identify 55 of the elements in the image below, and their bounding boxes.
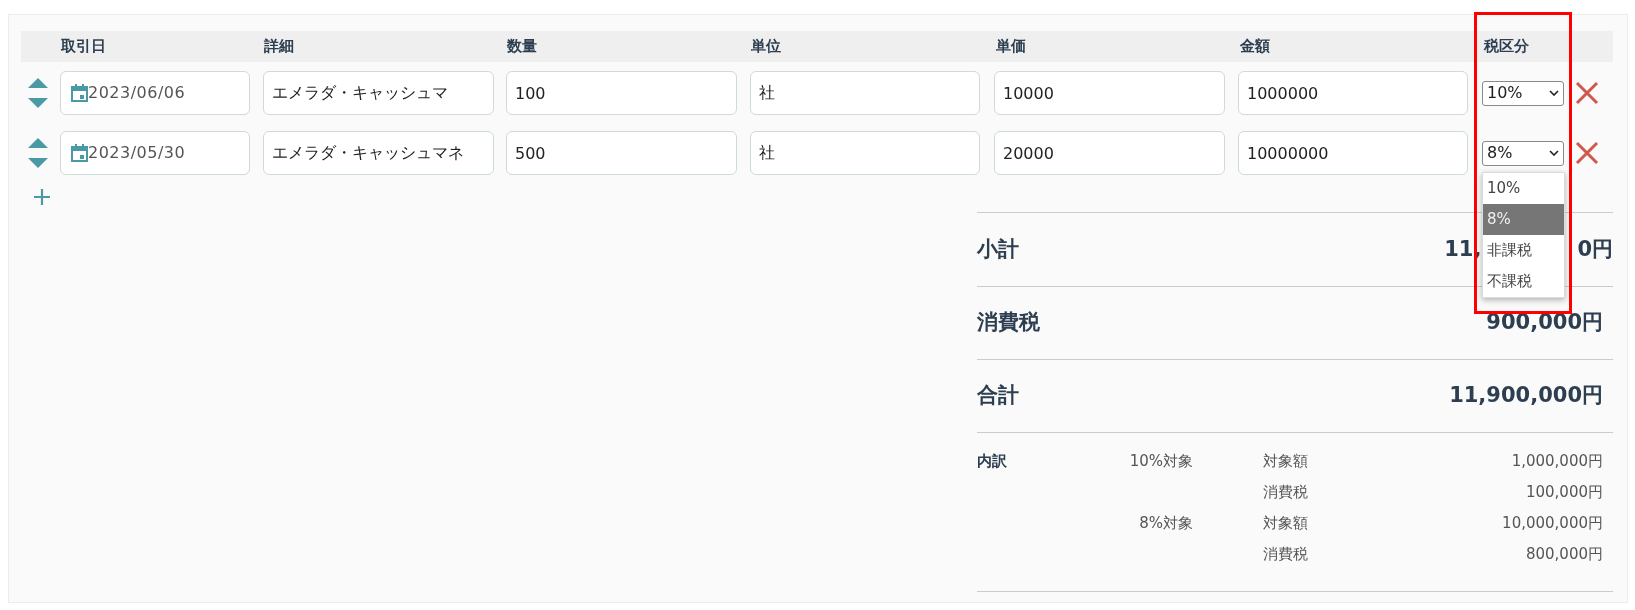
rate-label: 8%対象 xyxy=(1139,514,1193,532)
total-value: 11,900,000円 xyxy=(1449,382,1603,410)
amount-field[interactable]: 1000000 xyxy=(1238,71,1468,115)
breakdown-item-label: 対象額 xyxy=(1263,513,1309,534)
date-field[interactable]: 2023/06/06 xyxy=(60,71,250,115)
date-field[interactable]: 2023/05/30 xyxy=(60,131,250,175)
breakdown-item-label: 消費税 xyxy=(1263,482,1309,503)
breakdown-item-value: 100,000円 xyxy=(1524,482,1603,503)
column-header: 取引日 xyxy=(61,36,107,58)
breakdown-item-value: 800,000円 xyxy=(1524,544,1603,565)
move-up-icon[interactable] xyxy=(27,138,48,148)
detail-field[interactable]: エメラダ・キャッシュマ xyxy=(263,71,494,115)
breakdown-item-label: 消費税 xyxy=(1263,544,1309,565)
column-header: 金額 xyxy=(1240,36,1271,58)
tax-value: 900,000円 xyxy=(1486,309,1603,337)
calendar-icon xyxy=(71,84,88,102)
dropdown-option[interactable]: 8% xyxy=(1483,204,1564,235)
delete-icon[interactable] xyxy=(1575,141,1599,165)
add-icon[interactable] xyxy=(33,188,51,206)
column-header: 詳細 xyxy=(264,36,295,58)
quantity-field[interactable]: 500 xyxy=(506,131,737,175)
unit-field[interactable]: 社 xyxy=(750,131,980,175)
tax-label: 消費税 xyxy=(977,309,1040,337)
column-header: 単位 xyxy=(751,36,782,58)
total-label: 合計 xyxy=(977,382,1019,410)
move-up-icon[interactable] xyxy=(27,78,48,88)
price-field[interactable]: 20000 xyxy=(994,131,1225,175)
subtotal-value: 0円 xyxy=(1577,235,1613,263)
move-down-icon[interactable] xyxy=(27,158,48,168)
tax-select[interactable]: 8% xyxy=(1482,140,1564,166)
date-input[interactable]: 2023/06/06 xyxy=(88,81,248,105)
dropdown-option[interactable]: 10% xyxy=(1483,173,1564,204)
quantity-field[interactable]: 100 xyxy=(506,71,737,115)
dropdown-option[interactable]: 不課税 xyxy=(1483,266,1564,297)
unit-field[interactable]: 社 xyxy=(750,71,980,115)
breakdown-label: 内訳 xyxy=(977,451,1008,472)
tax-select[interactable]: 10% xyxy=(1482,80,1564,106)
column-header: 数量 xyxy=(507,36,538,58)
price-field[interactable]: 10000 xyxy=(994,71,1225,115)
detail-field[interactable]: エメラダ・キャッシュマネ xyxy=(263,131,494,175)
subtotal-label: 小計 xyxy=(977,235,1019,263)
chevron-icon xyxy=(1549,150,1559,156)
breakdown-item-value: 10,000,000円 xyxy=(1501,513,1603,534)
breakdown-item-label: 対象額 xyxy=(1263,451,1309,472)
date-input[interactable]: 2023/05/30 xyxy=(88,141,248,165)
amount-field[interactable]: 10000000 xyxy=(1238,131,1468,175)
delete-icon[interactable] xyxy=(1575,81,1599,105)
chevron-icon xyxy=(1549,90,1559,96)
breakdown-item-value: 1,000,000円 xyxy=(1510,451,1603,472)
column-header: 税区分 xyxy=(1484,36,1530,58)
calendar-icon xyxy=(71,144,88,162)
dropdown-option[interactable]: 非課税 xyxy=(1483,235,1564,266)
move-down-icon[interactable] xyxy=(27,98,48,108)
column-header: 単価 xyxy=(996,36,1027,58)
rate-label: 10%対象 xyxy=(1129,452,1193,470)
